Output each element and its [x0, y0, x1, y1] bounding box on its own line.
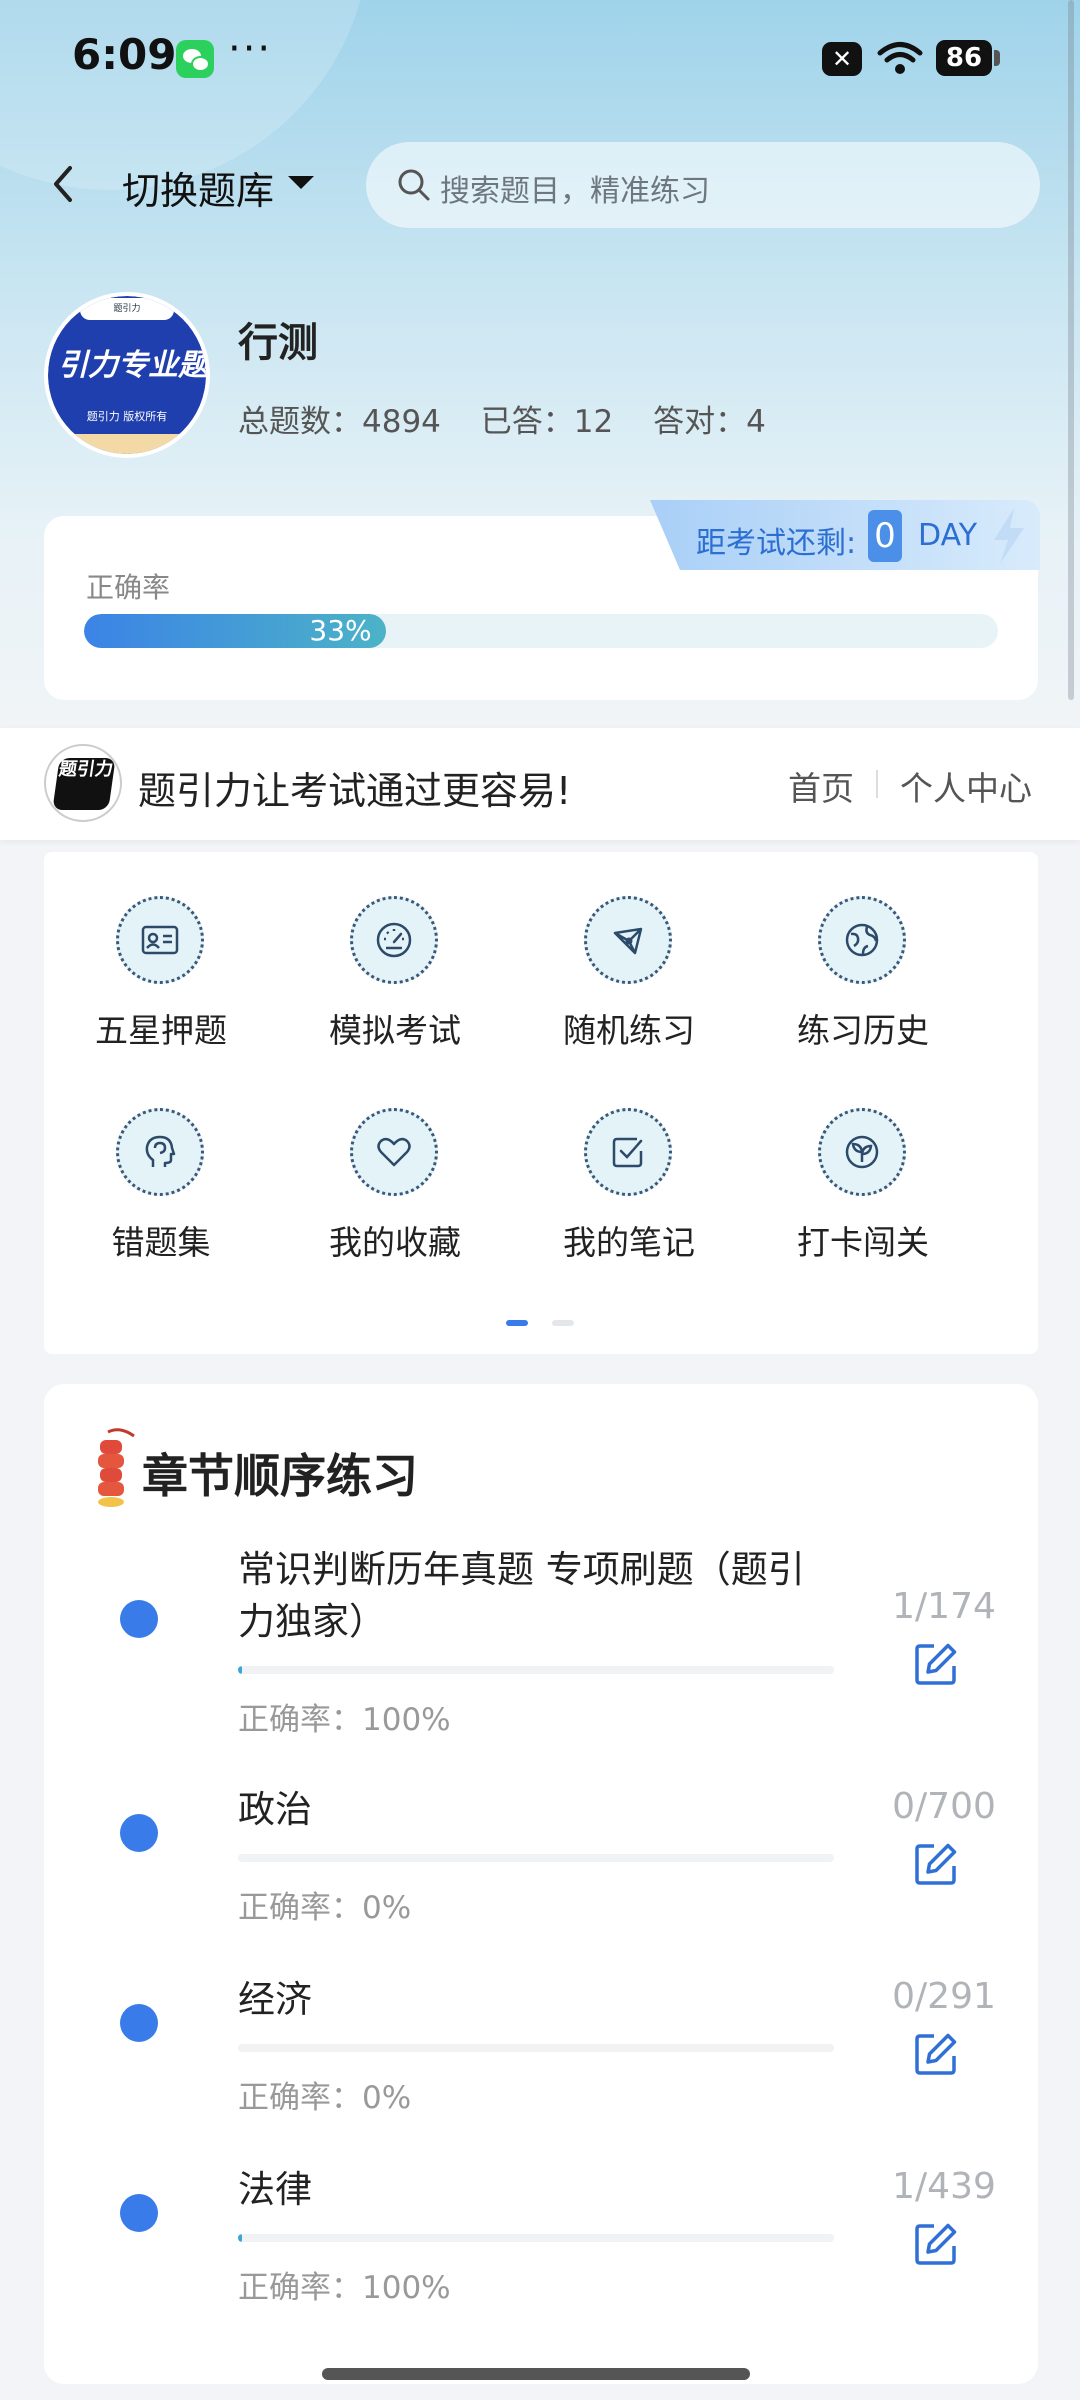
- network-icon: [613, 927, 643, 955]
- menu-item-mock-exam[interactable]: 模拟考试: [278, 852, 512, 1050]
- search-placeholder: 搜索题目，精准练习: [440, 174, 710, 209]
- avatar-copyright: 题引力 版权所有: [86, 410, 168, 423]
- switch-bank-button[interactable]: 切换题库: [122, 160, 274, 215]
- menu-label: 我的笔记: [563, 1223, 695, 1262]
- chapter-progress-bar: [238, 1666, 834, 1674]
- exam-countdown: 距考试还剩: 0 DAY: [650, 500, 1040, 570]
- chapter-progress-bar: [238, 2044, 834, 2052]
- menu-label: 随机练习: [563, 1011, 695, 1050]
- search-icon: [398, 169, 430, 201]
- avatar-brand-text: 题引力: [80, 298, 174, 320]
- note-check-icon: [612, 1137, 643, 1168]
- menu-item-favorites[interactable]: 我的收藏: [278, 1064, 512, 1262]
- search-bar[interactable]: 搜索题目，精准练习: [366, 142, 1040, 228]
- close-status-icon: ✕: [822, 42, 862, 76]
- firecracker-icon: [98, 1428, 135, 1507]
- total-questions: 总题数：4894: [238, 404, 441, 440]
- page-dot-active: [506, 1320, 528, 1326]
- accuracy-percent: 33%: [309, 614, 372, 647]
- menu-label: 我的收藏: [329, 1223, 461, 1262]
- menu-item-wrong-questions[interactable]: 错题集: [44, 1064, 278, 1262]
- head-icon: [145, 1135, 176, 1167]
- battery-tip: [994, 50, 1000, 66]
- menu-item-checkin[interactable]: 打卡闯关: [746, 1064, 980, 1262]
- chapter-count: 1/174: [892, 1586, 996, 1627]
- chapter-name: 常识判断历年真题 专项刷题（题引力独家）: [238, 1548, 805, 1643]
- globe-icon: [845, 923, 879, 957]
- accuracy-label: 正确率: [86, 571, 171, 604]
- chapter-practice-title: 章节顺序练习: [142, 1449, 418, 1503]
- chapter-bullet: [120, 1814, 158, 1852]
- brand-slogan: 题引力让考试通过更容易!: [138, 769, 572, 813]
- chapter-bullet: [120, 1600, 158, 1638]
- chapter-practice-card: 章节顺序练习 常识判断历年真题 专项刷题（题引力独家） 正确率：100% 1/1…: [44, 1384, 1038, 2384]
- edit-icon[interactable]: [912, 1640, 960, 1688]
- countdown-label: 距考试还剩:: [696, 526, 857, 561]
- subject-avatar: 题引力 引力专业题 题引力 版权所有: [44, 292, 210, 458]
- avatar-ribbon: [48, 434, 206, 454]
- wifi-icon: [877, 42, 923, 74]
- status-time: 6:09: [72, 30, 177, 79]
- menu-label: 打卡闯关: [797, 1223, 929, 1262]
- lightning-icon: [994, 508, 1024, 564]
- edit-icon[interactable]: [912, 2220, 960, 2268]
- chapter-progress-bar: [238, 2234, 834, 2242]
- menu-item-random-practice[interactable]: 随机练习: [512, 852, 746, 1050]
- menu-label: 五星押题: [95, 1011, 227, 1050]
- more-notifications-icon: ···: [228, 26, 273, 72]
- menu-item-history[interactable]: 练习历史: [746, 852, 980, 1050]
- brand-logo-mark: 题引力: [52, 758, 116, 810]
- question-stats: 总题数：4894 已答：12 答对：4: [238, 396, 796, 441]
- status-bar: 6:09 ··· ✕ 86: [0, 0, 1080, 118]
- chapter-progress-bar: [238, 1854, 834, 1862]
- chapter-accuracy: 正确率：100%: [238, 2270, 451, 2306]
- id-card-icon: [141, 925, 179, 955]
- correct-count: 答对：4: [653, 404, 766, 440]
- menu-label: 错题集: [111, 1223, 211, 1262]
- gauge-icon: [376, 922, 412, 958]
- heart-icon: [377, 1137, 411, 1167]
- chapter-name: 政治: [238, 1788, 312, 1831]
- edit-icon[interactable]: [912, 1840, 960, 1888]
- avatar-main-text: 引力专业题: [58, 348, 206, 383]
- sprout-icon: [845, 1135, 879, 1169]
- chapter-accuracy: 正确率：0%: [238, 1890, 412, 1926]
- menu-label: 练习历史: [797, 1011, 929, 1050]
- menu-item-five-star[interactable]: 五星押题: [44, 852, 278, 1050]
- chapter-name: 经济: [238, 1978, 312, 2021]
- wechat-icon: [176, 40, 214, 78]
- link-divider: [876, 770, 878, 798]
- personal-center-link[interactable]: 个人中心: [900, 762, 1032, 810]
- chapter-bullet: [120, 2194, 158, 2232]
- home-indicator[interactable]: [322, 2368, 750, 2380]
- brand-banner: 题引力 题引力让考试通过更容易! 首页 个人中心: [0, 728, 1080, 840]
- chapter-accuracy: 正确率：100%: [238, 1702, 451, 1738]
- menu-label: 模拟考试: [329, 1011, 461, 1050]
- accuracy-progress-bar: 33%: [84, 614, 998, 648]
- menu-item-notes[interactable]: 我的笔记: [512, 1064, 746, 1262]
- chapter-count: 1/439: [892, 2166, 996, 2207]
- subject-title: 行测: [238, 320, 318, 366]
- chapter-count: 0/291: [892, 1976, 996, 2017]
- brand-logo: 题引力: [44, 744, 122, 822]
- home-link[interactable]: 首页: [788, 762, 854, 810]
- countdown-unit: DAY: [918, 518, 978, 553]
- caret-down-icon[interactable]: [288, 176, 314, 189]
- chapter-progress-fill: [238, 2234, 242, 2242]
- chapter-count: 0/700: [892, 1786, 996, 1827]
- chapter-name: 法律: [238, 2168, 312, 2211]
- back-arrow-icon[interactable]: [44, 162, 84, 206]
- battery-indicator: 86: [936, 40, 992, 76]
- chapter-progress-fill: [238, 1666, 242, 1674]
- countdown-value: 0: [868, 510, 902, 562]
- feature-menu: 五星押题 模拟考试 随机练习 练习历史 错题集 我的收藏 我的笔记 打卡闯关: [44, 852, 1038, 1354]
- edit-icon[interactable]: [912, 2030, 960, 2078]
- page-dot: [552, 1320, 574, 1326]
- answered-count: 已答：12: [480, 404, 614, 440]
- chapter-bullet: [120, 2004, 158, 2042]
- chapter-accuracy: 正确率：0%: [238, 2080, 412, 2116]
